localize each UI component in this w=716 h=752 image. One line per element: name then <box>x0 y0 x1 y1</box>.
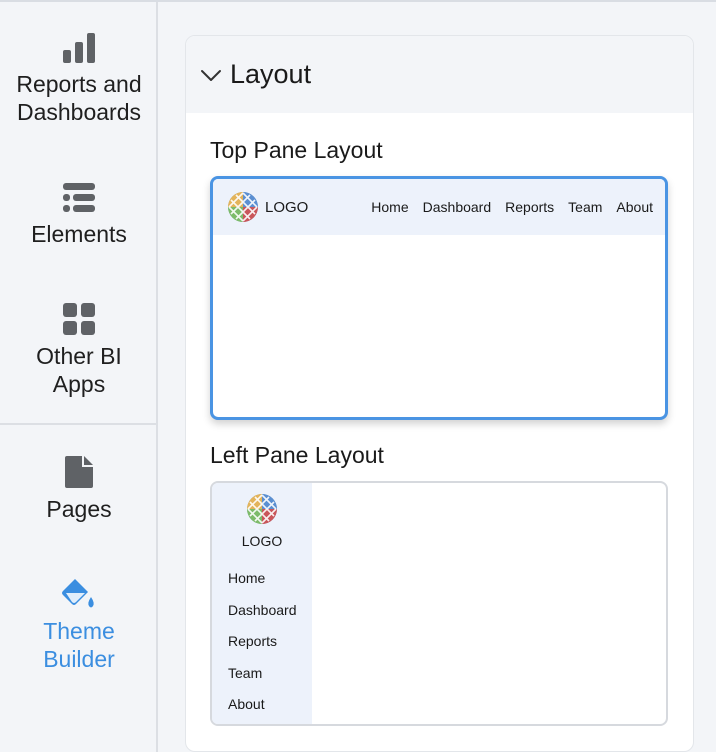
left-pane-preview-sidebar: LOGO Home Dashboard Reports Team About <box>212 483 312 724</box>
logo-text: LOGO <box>241 533 283 549</box>
preview-nav-link: About <box>616 199 653 215</box>
sidebar-item-label: Other BI Apps <box>36 343 122 397</box>
sidebar-divider <box>0 423 158 425</box>
top-pane-layout-title: Top Pane Layout <box>210 137 383 163</box>
sidebar: Reports and Dashboards Elements Other BI… <box>0 2 158 752</box>
sidebar-item-label: Pages <box>46 496 112 522</box>
bar-chart-icon <box>63 33 95 63</box>
top-pane-preview-nav: Home Dashboard Reports Team About <box>371 199 653 215</box>
sidebar-item-label: Theme Builder <box>43 618 115 672</box>
sidebar-item-theme-builder[interactable]: Theme Builder <box>0 577 158 673</box>
preview-nav-link: Dashboard <box>422 199 492 215</box>
logo-icon <box>247 494 277 524</box>
elements-list-icon <box>63 183 95 212</box>
layout-section-header[interactable]: Layout <box>186 36 693 113</box>
sidebar-item-elements[interactable]: Elements <box>0 182 158 248</box>
preview-nav-link: Team <box>228 665 263 681</box>
sidebar-item-label: Elements <box>31 221 127 247</box>
page-icon <box>65 456 93 488</box>
preview-nav-link: Team <box>568 199 603 215</box>
preview-nav-link: Reports <box>505 199 555 215</box>
apps-grid-icon <box>63 303 95 335</box>
sidebar-item-pages[interactable]: Pages <box>0 455 158 523</box>
left-pane-layout-option[interactable]: LOGO Home Dashboard Reports Team About <box>210 481 668 726</box>
preview-nav-link: About <box>228 696 265 712</box>
top-pane-layout-option[interactable]: LOGO Home Dashboard Reports Team About <box>210 176 668 420</box>
preview-nav-link: Reports <box>228 633 278 649</box>
sidebar-item-label: Reports and Dashboards <box>16 71 142 125</box>
preview-nav-link: Dashboard <box>228 602 297 618</box>
paint-bucket-icon <box>62 579 94 608</box>
layout-section-title: Layout <box>230 59 312 89</box>
preview-nav-link: Home <box>228 570 266 586</box>
logo-icon <box>228 192 258 222</box>
layout-panel: Layout Top Pane Layout LOGO Home Dashboa… <box>185 35 694 752</box>
sidebar-item-other-bi-apps[interactable]: Other BI Apps <box>0 302 158 398</box>
sidebar-item-reports-dashboards[interactable]: Reports and Dashboards <box>0 32 158 126</box>
top-pane-preview-bar: LOGO Home Dashboard Reports Team About <box>213 179 665 235</box>
preview-nav-link: Home <box>371 199 409 215</box>
chevron-down-icon <box>201 69 221 81</box>
logo-text: LOGO <box>265 198 309 216</box>
left-pane-layout-title: Left Pane Layout <box>210 442 384 468</box>
